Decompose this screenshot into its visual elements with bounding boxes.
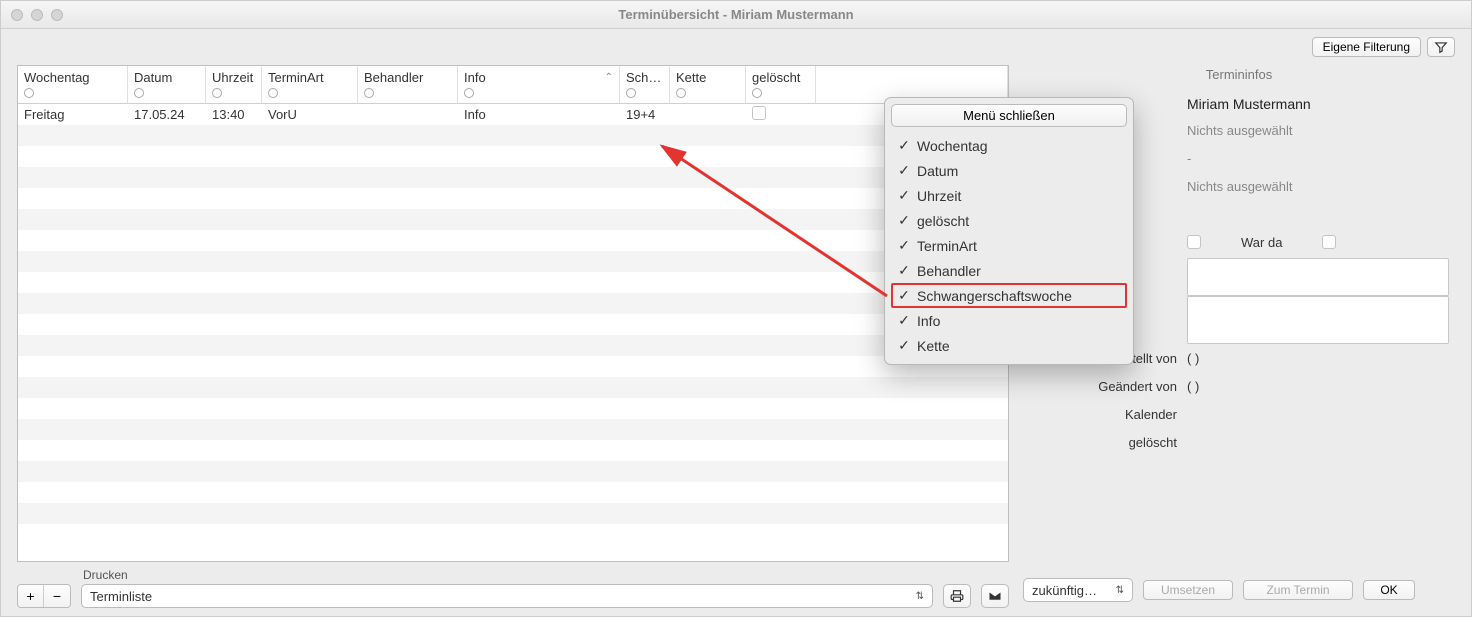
traffic-minimize[interactable] — [31, 9, 43, 21]
print-button[interactable] — [943, 584, 971, 608]
traffic-zoom[interactable] — [51, 9, 63, 21]
table-row[interactable]: Freitag 17.05.24 13:40 VorU Info 19+4 — [18, 104, 1008, 125]
funnel-icon — [1434, 40, 1448, 54]
col-info[interactable]: Info⌃ — [458, 66, 620, 104]
col-schwanger[interactable]: Sch… — [620, 66, 670, 104]
checkbox-left[interactable] — [1187, 235, 1201, 249]
col-terminart[interactable]: TerminArt — [262, 66, 358, 104]
menu-item-info[interactable]: ✓Info — [891, 308, 1127, 333]
menu-item-schwangerschaftswoche[interactable]: ✓Schwangerschaftswoche — [891, 283, 1127, 308]
zum-termin-button[interactable]: Zum Termin — [1243, 580, 1353, 600]
column-menu-popup: Menü schließen ✓Wochentag ✓Datum ✓Uhrzei… — [884, 97, 1134, 365]
check-icon: ✓ — [897, 312, 911, 329]
col-datum[interactable]: Datum — [128, 66, 206, 104]
field-value-2: - — [1187, 151, 1455, 166]
col-behandler[interactable]: Behandler — [358, 66, 458, 104]
print-select-value: Terminliste — [90, 589, 152, 604]
mail-button[interactable] — [981, 584, 1009, 608]
sort-indicator-icon: ⌃ — [605, 72, 613, 83]
check-icon: ✓ — [897, 287, 911, 304]
remove-button[interactable]: − — [44, 585, 70, 607]
ok-button[interactable]: OK — [1363, 580, 1415, 600]
table-body: Freitag 17.05.24 13:40 VorU Info 19+4 — [18, 104, 1008, 561]
table-header-row: Wochentag Datum Uhrzeit TerminArt Behand… — [18, 66, 1008, 104]
future-select[interactable]: zukünftig… ⇅ — [1023, 578, 1133, 602]
check-icon: ✓ — [897, 137, 911, 154]
future-select-value: zukünftig… — [1032, 583, 1097, 598]
check-icon: ✓ — [897, 187, 911, 204]
umsetzen-button[interactable]: Umsetzen — [1143, 580, 1233, 600]
add-button[interactable]: + — [18, 585, 44, 607]
check-icon: ✓ — [897, 237, 911, 254]
col-wochentag[interactable]: Wochentag — [18, 66, 128, 104]
check-icon: ✓ — [897, 337, 911, 354]
filter-radio[interactable] — [676, 88, 686, 98]
menu-item-datum[interactable]: ✓Datum — [891, 158, 1127, 183]
cell-info: Info — [458, 107, 620, 122]
check-icon: ✓ — [897, 262, 911, 279]
field-value-3: Nichts ausgewählt — [1187, 179, 1455, 194]
own-filter-label: Eigene Filterung — [1323, 40, 1410, 54]
cell-terminart: VorU — [262, 107, 358, 122]
chevron-updown-icon: ⇅ — [1116, 585, 1124, 596]
chevron-updown-icon: ⇅ — [916, 591, 924, 602]
label-geloescht: gelöscht — [1023, 435, 1177, 450]
notes-textbox-1[interactable] — [1187, 258, 1449, 296]
filter-radio[interactable] — [464, 88, 474, 98]
cell-sch: 19+4 — [620, 107, 670, 122]
print-label: Drucken — [81, 568, 933, 584]
value-erstellt-von: ( ) — [1187, 351, 1455, 366]
col-kette[interactable]: Kette — [670, 66, 746, 104]
filter-radio[interactable] — [134, 88, 144, 98]
cell-datum: 17.05.24 — [128, 107, 206, 122]
cell-uhrzeit: 13:40 — [206, 107, 262, 122]
label-geaendert-von: Geändert von — [1023, 379, 1177, 394]
menu-item-geloescht[interactable]: ✓gelöscht — [891, 208, 1127, 233]
col-geloescht[interactable]: gelöscht — [746, 66, 816, 104]
field-value-1: Nichts ausgewählt — [1187, 123, 1455, 138]
check-icon: ✓ — [897, 212, 911, 229]
menu-close-button[interactable]: Menü schließen — [891, 104, 1127, 127]
menu-item-behandler[interactable]: ✓Behandler — [891, 258, 1127, 283]
filter-radio[interactable] — [626, 88, 636, 98]
filter-icon-button[interactable] — [1427, 37, 1455, 57]
menu-item-uhrzeit[interactable]: ✓Uhrzeit — [891, 183, 1127, 208]
menu-item-kette[interactable]: ✓Kette — [891, 333, 1127, 358]
cell-wochentag: Freitag — [18, 107, 128, 122]
own-filter-button[interactable]: Eigene Filterung — [1312, 37, 1421, 57]
check-icon: ✓ — [897, 162, 911, 179]
filter-radio[interactable] — [268, 88, 278, 98]
printer-icon — [950, 589, 964, 603]
titlebar: Terminübersicht - Miriam Mustermann — [1, 1, 1471, 29]
menu-item-terminart[interactable]: ✓TerminArt — [891, 233, 1127, 258]
label-kalender: Kalender — [1023, 407, 1177, 422]
deleted-checkbox[interactable] — [752, 106, 766, 120]
filter-radio[interactable] — [24, 88, 34, 98]
envelope-icon — [988, 589, 1002, 603]
filter-radio[interactable] — [212, 88, 222, 98]
add-remove-group: + − — [17, 584, 71, 608]
col-uhrzeit[interactable]: Uhrzeit — [206, 66, 262, 104]
filter-radio[interactable] — [752, 88, 762, 98]
checkbox-war-da[interactable] — [1322, 235, 1336, 249]
value-geaendert-von: ( ) — [1187, 379, 1455, 394]
sidebar-header: Termininfos — [1023, 65, 1455, 88]
print-select[interactable]: Terminliste ⇅ — [81, 584, 933, 608]
filter-radio[interactable] — [364, 88, 374, 98]
menu-item-wochentag[interactable]: ✓Wochentag — [891, 133, 1127, 158]
window-title: Terminübersicht - Miriam Mustermann — [1, 7, 1471, 22]
traffic-close[interactable] — [11, 9, 23, 21]
appointments-table: Wochentag Datum Uhrzeit TerminArt Behand… — [17, 65, 1009, 562]
war-da-label: War da — [1241, 235, 1282, 250]
cell-geloescht — [746, 106, 816, 123]
notes-textbox-2[interactable] — [1187, 296, 1449, 344]
